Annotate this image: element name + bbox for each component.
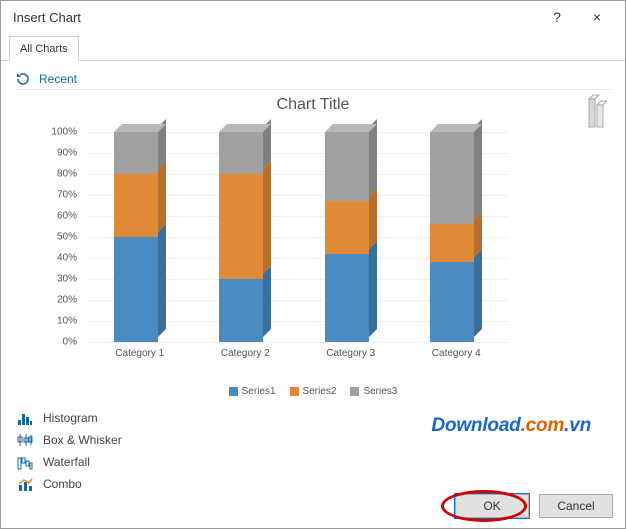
chart-type-list: Histogram Box & Whisker Waterfall Combo [15, 407, 215, 495]
x-axis: Category 1 Category 2 Category 3 Category 4 [87, 342, 509, 359]
segment-series2 [114, 174, 158, 237]
box-whisker-icon [17, 432, 33, 448]
y-tick: 20% [45, 295, 77, 306]
segment-series2 [219, 174, 263, 279]
dialog-title: Insert Chart [9, 10, 537, 25]
legend-item: Series3 [350, 386, 397, 397]
chart-subtype-thumb[interactable] [587, 91, 607, 131]
segment-series2 [430, 224, 474, 262]
y-tick: 90% [45, 148, 77, 159]
sidebar-item-label: Waterfall [43, 455, 90, 469]
columns [87, 132, 509, 342]
plot-area: 0%10%20%30%40%50%60%70%80%90%100% Catego… [49, 132, 509, 342]
y-tick: 0% [45, 337, 77, 348]
recent-icon [15, 71, 31, 87]
x-label: Category 4 [432, 348, 481, 359]
legend-label: Series3 [363, 386, 397, 397]
sidebar-item-recent[interactable]: Recent [15, 71, 77, 87]
segment-series2 [325, 201, 369, 254]
dialog-footer: OK Cancel [455, 494, 613, 518]
legend-label: Series1 [242, 386, 276, 397]
legend-swatch [350, 387, 359, 396]
y-tick: 60% [45, 211, 77, 222]
segment-series1 [114, 237, 158, 342]
legend-label: Series2 [303, 386, 337, 397]
sidebar-item-histogram[interactable]: Histogram [15, 407, 215, 429]
column [325, 132, 377, 342]
waterfall-icon [17, 454, 33, 470]
column [430, 132, 482, 342]
segment-series1 [325, 254, 369, 342]
sidebar-item-combo[interactable]: Combo [15, 473, 215, 495]
segment-series3 [114, 132, 158, 174]
legend: Series1 Series2 Series3 [15, 386, 611, 397]
watermark: Download.com.vn [431, 415, 591, 437]
y-axis: 0%10%20%30%40%50%60%70%80%90%100% [45, 132, 83, 342]
x-label: Category 1 [115, 348, 164, 359]
close-button[interactable]: × [577, 3, 617, 31]
cancel-button[interactable]: Cancel [539, 494, 613, 518]
x-label: Category 2 [221, 348, 270, 359]
ok-button[interactable]: OK [455, 494, 529, 518]
y-tick: 100% [45, 127, 77, 138]
sidebar-item-label: Recent [39, 72, 77, 86]
sidebar-item-label: Histogram [43, 411, 98, 425]
tabbar: All Charts [1, 33, 625, 61]
segment-series1 [430, 262, 474, 342]
legend-item: Series2 [290, 386, 337, 397]
sidebar-item-label: Box & Whisker [43, 433, 122, 447]
segment-series3 [430, 132, 474, 224]
dialog-body: Recent Chart Title 0%10%20%30%40%50%60%7… [1, 61, 625, 491]
y-tick: 40% [45, 253, 77, 264]
sidebar-item-box-whisker[interactable]: Box & Whisker [15, 429, 215, 451]
segment-series3 [325, 132, 369, 201]
x-label: Category 3 [326, 348, 375, 359]
column [219, 132, 271, 342]
segment-series1 [219, 279, 263, 342]
histogram-icon [17, 410, 33, 426]
help-button[interactable]: ? [537, 3, 577, 31]
segment-series3 [219, 132, 263, 174]
sidebar-item-waterfall[interactable]: Waterfall [15, 451, 215, 473]
legend-swatch [290, 387, 299, 396]
chart-title: Chart Title [15, 90, 611, 118]
y-tick: 80% [45, 169, 77, 180]
sidebar-item-label: Combo [43, 477, 82, 491]
y-tick: 10% [45, 316, 77, 327]
legend-item: Series1 [229, 386, 276, 397]
combo-icon [17, 476, 33, 492]
y-tick: 70% [45, 190, 77, 201]
chart-preview[interactable]: Chart Title 0%10%20%30%40%50%60%70%80%90… [15, 89, 611, 399]
legend-swatch [229, 387, 238, 396]
tab-all-charts[interactable]: All Charts [9, 36, 79, 61]
y-tick: 30% [45, 274, 77, 285]
insert-chart-dialog: Insert Chart ? × All Charts Recent Chart… [0, 0, 626, 529]
y-tick: 50% [45, 232, 77, 243]
titlebar: Insert Chart ? × [1, 1, 625, 33]
column [114, 132, 166, 342]
